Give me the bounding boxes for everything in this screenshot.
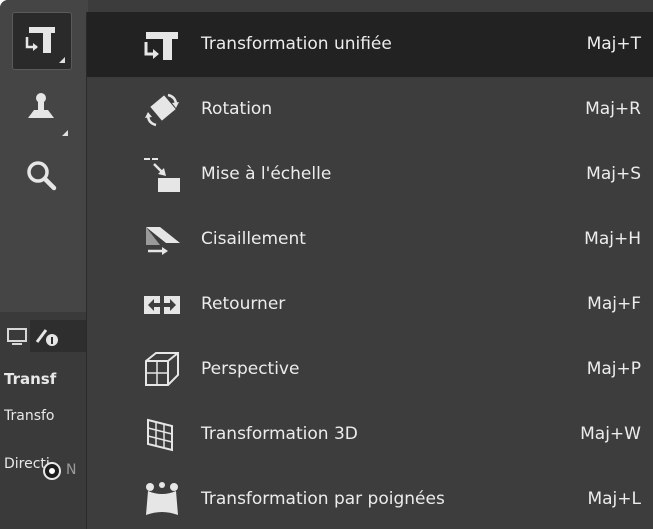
tool-unified-transform[interactable] [12, 12, 72, 70]
unified-transform-icon [23, 23, 59, 57]
magnify-icon [24, 158, 58, 192]
handle-transform-icon [142, 481, 182, 519]
app-window: Transf Transfo Directi N Transformation … [0, 0, 653, 529]
options-tabs [4, 320, 88, 352]
tool-group-indicator [62, 130, 68, 136]
tool-clone[interactable] [12, 80, 74, 142]
device-status-icon[interactable] [6, 326, 30, 348]
perspective-icon [142, 351, 182, 389]
menu-item-unified-transform[interactable]: Transformation unifiée Maj+T [87, 12, 653, 77]
menu-item-perspective[interactable]: Perspective Maj+P [87, 337, 653, 402]
tool-options-icon[interactable] [30, 320, 88, 352]
menu-item-label: Transformation par poignées [201, 489, 445, 509]
clone-tool-icon [24, 90, 58, 124]
menu-item-label: Transformation unifiée [201, 34, 392, 54]
menu-item-label: Retourner [201, 294, 286, 314]
menu-item-shear[interactable]: Cisaillement Maj+H [87, 207, 653, 272]
menu-item-rotation[interactable]: Rotation Maj+R [87, 77, 653, 142]
menu-item-shortcut: Maj+R [585, 99, 641, 119]
menu-item-shortcut: Maj+W [580, 424, 641, 444]
menu-item-shortcut: Maj+P [586, 359, 641, 379]
transform-3d-icon [142, 416, 182, 454]
flip-icon [142, 286, 182, 324]
menu-item-shortcut: Maj+H [584, 229, 641, 249]
unified-transform-icon [142, 26, 182, 64]
menu-item-shortcut: Maj+L [587, 489, 641, 509]
tool-zoom[interactable] [12, 150, 74, 212]
scale-icon [142, 156, 182, 194]
rotate-icon [142, 91, 182, 129]
menu-item-handle-transform[interactable]: Transformation par poignées Maj+L [87, 467, 653, 529]
menu-item-shortcut: Maj+T [586, 34, 641, 54]
menu-item-shortcut: Maj+S [586, 164, 641, 184]
tool-group-indicator [59, 57, 65, 63]
direction-radio[interactable] [43, 462, 61, 480]
toolbox: Transf Transfo Directi N [0, 0, 88, 529]
menu-item-flip[interactable]: Retourner Maj+F [87, 272, 653, 337]
transform-label: Transfo [4, 408, 55, 424]
menu-item-label: Transformation 3D [201, 424, 358, 444]
menu-item-shortcut: Maj+F [587, 294, 641, 314]
menu-item-scale[interactable]: Mise à l'échelle Maj+S [87, 142, 653, 207]
menu-item-label: Perspective [201, 359, 300, 379]
menu-item-3d-transform[interactable]: Transformation 3D Maj+W [87, 402, 653, 467]
transform-tools-menu: Transformation unifiée Maj+T Rotation Ma… [86, 12, 653, 529]
menu-item-label: Cisaillement [201, 229, 306, 249]
direction-radio-label: N [66, 462, 77, 478]
menu-item-label: Rotation [201, 99, 273, 119]
menu-item-label: Mise à l'échelle [201, 164, 332, 184]
options-title: Transf [4, 370, 57, 388]
tool-options-panel: Transf Transfo Directi [0, 312, 88, 529]
shear-icon [142, 221, 182, 259]
